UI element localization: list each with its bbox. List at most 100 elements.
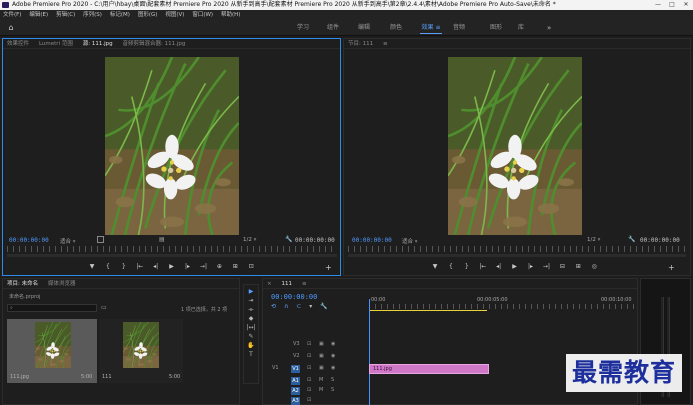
step-back-button[interactable]: ◂| <box>492 263 506 270</box>
track-target[interactable]: A1 <box>291 377 300 385</box>
timeline-menu-icon[interactable]: ≡ <box>298 279 311 288</box>
mark-out-button[interactable]: } <box>117 263 131 270</box>
add-marker-button[interactable]: ▼ <box>428 263 442 270</box>
project-item-sequence[interactable]: 111 5:00 <box>99 319 183 383</box>
lock-icon[interactable]: ⊡ <box>307 397 311 403</box>
selection-tool-icon[interactable]: ▶ <box>246 287 256 296</box>
tab-program[interactable]: 节目: 111 <box>344 39 377 48</box>
menu-sequence[interactable]: 序列(S) <box>80 10 105 20</box>
pen-tool-icon[interactable]: ✎ <box>246 332 256 341</box>
menu-markers[interactable]: 标记(M) <box>107 10 133 20</box>
program-wrench-icon[interactable]: 🔧 <box>628 236 635 243</box>
source-timecode-in[interactable]: 00:00:00:00 <box>9 237 49 244</box>
timeline-clip[interactable]: 111.jpg <box>369 364 489 374</box>
tab-audio-clip-mixer[interactable]: 音频剪辑混合器: 111.jpg <box>119 39 190 48</box>
source-wrench-icon[interactable]: 🔧 <box>285 236 292 243</box>
workspace-learn[interactable]: 学习 <box>292 20 314 36</box>
snap-icon[interactable]: ∩ <box>284 303 288 310</box>
track-target[interactable]: A2 <box>291 387 300 395</box>
export-frame-button[interactable]: ◎ <box>587 263 601 270</box>
workspace-audio[interactable]: 音频 <box>448 20 470 36</box>
mute-icon[interactable]: M <box>319 387 323 393</box>
lock-icon[interactable]: ⊡ <box>307 341 311 347</box>
menu-file[interactable]: 文件(F) <box>0 10 24 20</box>
source-settings-icon[interactable] <box>97 236 104 243</box>
menu-window[interactable]: 窗口(W) <box>189 10 216 20</box>
program-timecode-in[interactable]: 00:00:00:00 <box>352 237 392 244</box>
tab-media-browser[interactable]: 媒体浏览器 <box>44 279 80 288</box>
linked-selection-icon[interactable]: ⊂ <box>296 303 301 310</box>
workspace-effects[interactable]: 效果 ≡ <box>418 20 444 36</box>
tab-source[interactable]: 源: 111.jpg <box>79 39 117 48</box>
eye-icon[interactable]: ◉ <box>331 353 335 359</box>
mark-out-button[interactable]: } <box>460 263 474 270</box>
export-frame-button[interactable]: ⊡ <box>244 263 258 270</box>
project-search-input[interactable]: ⌕ <box>7 304 97 312</box>
eye-icon[interactable]: ◉ <box>331 341 335 347</box>
go-to-out-button[interactable]: →| <box>539 263 553 270</box>
menu-graphics[interactable]: 图形(G) <box>135 10 161 20</box>
source-fit-dropdown[interactable]: 适合 <box>60 237 76 245</box>
type-tool-icon[interactable]: T <box>246 350 256 359</box>
hand-tool-icon[interactable]: ✋ <box>246 341 256 350</box>
lock-icon[interactable]: ⊡ <box>307 365 311 371</box>
workspace-graphics[interactable]: 图形 <box>485 20 507 36</box>
source-button-editor[interactable]: + <box>325 263 332 272</box>
step-forward-button[interactable]: |▸ <box>181 263 195 270</box>
workspace-color[interactable]: 颜色 <box>385 20 407 36</box>
play-button[interactable]: ▶ <box>165 263 179 270</box>
maximize-button[interactable]: □ <box>665 0 679 10</box>
work-area-bar[interactable] <box>369 310 487 311</box>
project-item-clip[interactable]: 111.jpg 5:00 <box>7 319 97 383</box>
step-back-button[interactable]: ◂| <box>149 263 163 270</box>
source-patch[interactable]: V1 <box>272 365 279 371</box>
program-fit-dropdown[interactable]: 适合 <box>402 237 418 245</box>
mark-in-button[interactable]: { <box>101 263 115 270</box>
extract-button[interactable]: ⊞ <box>571 263 585 270</box>
timeline-settings-icon[interactable]: 🔧 <box>320 303 327 310</box>
tab-effect-controls[interactable]: 效果控件 <box>3 39 33 48</box>
sync-icon[interactable]: ▣ <box>319 365 324 371</box>
minimize-button[interactable]: — <box>651 0 665 10</box>
tab-lumetri-scopes[interactable]: Lumetri 范围 <box>35 39 77 48</box>
step-forward-button[interactable]: |▸ <box>524 263 538 270</box>
overwrite-button[interactable]: ⊞ <box>228 263 242 270</box>
workspace-overflow-button[interactable]: » <box>547 20 551 36</box>
source-trim-icon[interactable]: ▤ <box>159 236 165 243</box>
add-marker-icon[interactable]: ▾ <box>309 303 312 310</box>
sync-icon[interactable]: ▣ <box>319 353 324 359</box>
workspace-editing[interactable]: 编辑 <box>353 20 375 36</box>
razor-tool-icon[interactable]: ◆ <box>246 314 256 323</box>
track-target[interactable]: A3 <box>291 397 300 405</box>
nest-icon[interactable]: ⟲ <box>271 303 276 310</box>
lock-icon[interactable]: ⊡ <box>307 387 311 393</box>
track-target[interactable]: V1 <box>291 365 300 373</box>
track-select-tool-icon[interactable]: ⇥ <box>246 296 256 305</box>
new-bin-icon[interactable]: ▭ <box>101 304 107 311</box>
insert-button[interactable]: ⊕ <box>212 263 226 270</box>
go-to-in-button[interactable]: |← <box>476 263 490 270</box>
lock-icon[interactable]: ⊡ <box>307 353 311 359</box>
mute-icon[interactable]: M <box>319 377 323 383</box>
source-time-ruler[interactable] <box>7 246 337 252</box>
timeline-timecode[interactable]: 00:00:00:00 <box>271 293 317 301</box>
workspace-assembly[interactable]: 组件 <box>322 20 344 36</box>
tab-project[interactable]: 项目: 未命名 <box>3 279 42 288</box>
slip-tool-icon[interactable]: |↔| <box>246 323 256 332</box>
source-resolution-dropdown[interactable]: 1/2 <box>243 237 256 243</box>
program-button-editor[interactable]: + <box>668 263 675 272</box>
go-to-out-button[interactable]: →| <box>196 263 210 270</box>
lock-icon[interactable]: ⊡ <box>307 377 311 383</box>
timeline-close-icon[interactable]: × <box>263 279 276 288</box>
program-scrollbar[interactable] <box>348 254 686 257</box>
menu-view[interactable]: 视图(V) <box>162 10 187 20</box>
home-icon[interactable]: ⌂ <box>6 23 16 33</box>
close-button[interactable]: ✕ <box>679 0 693 10</box>
mark-in-button[interactable]: { <box>444 263 458 270</box>
program-time-ruler[interactable] <box>348 246 686 252</box>
solo-icon[interactable]: S <box>331 387 334 393</box>
menu-help[interactable]: 帮助(H) <box>218 10 243 20</box>
program-resolution-dropdown[interactable]: 1/2 <box>587 237 600 243</box>
ripple-edit-tool-icon[interactable]: ⟛ <box>246 305 256 314</box>
program-panel-menu-icon[interactable]: ≡ <box>379 39 392 48</box>
